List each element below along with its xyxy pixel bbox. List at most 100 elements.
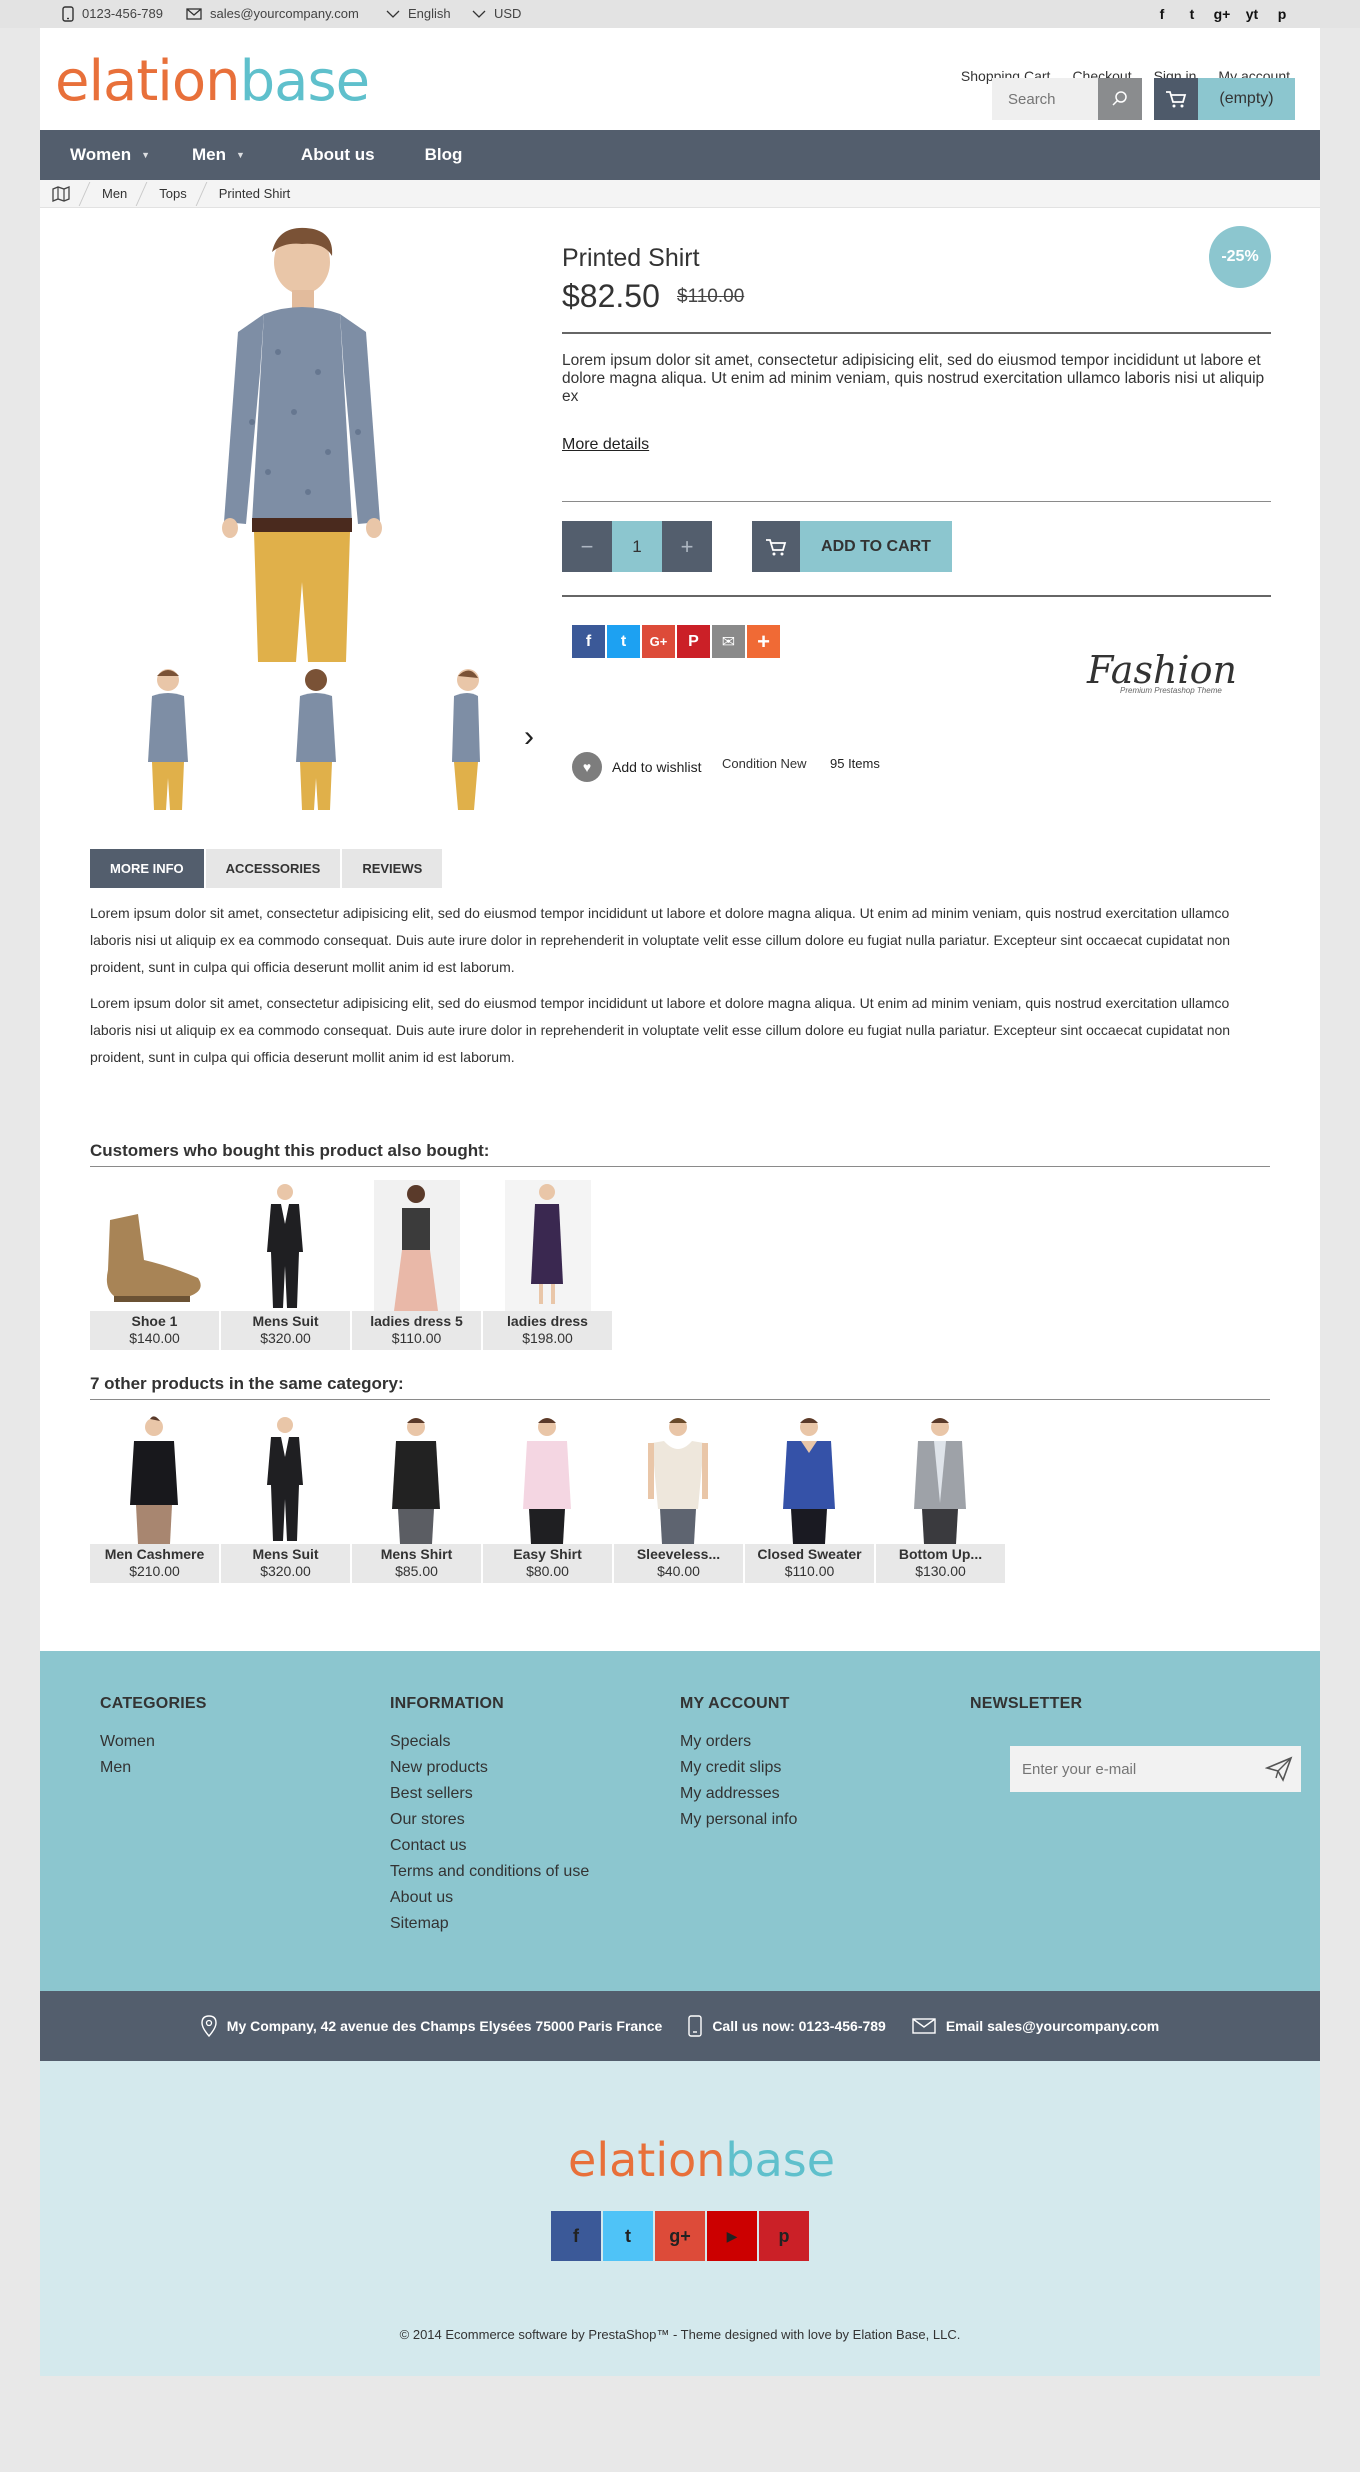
google-plus-icon[interactable]: g+ — [655, 2211, 705, 2261]
product-thumbnail[interactable] — [116, 662, 220, 810]
footer-link[interactable]: Best sellers — [390, 1781, 589, 1807]
footer-newsletter: NEWSLETTER — [970, 1695, 1082, 1729]
product-card-image — [352, 1413, 481, 1544]
add-to-cart-button[interactable]: ADD TO CART — [752, 521, 952, 572]
topbar-social: f t g+ yt p — [1152, 4, 1292, 24]
footer-link[interactable]: Terms and conditions of use — [390, 1859, 589, 1885]
footer-link[interactable]: About us — [390, 1885, 589, 1911]
footer-link[interactable]: Men — [100, 1755, 207, 1781]
facebook-share-icon[interactable]: f — [572, 625, 605, 658]
breadcrumb-home[interactable] — [40, 180, 84, 208]
nav-item-women[interactable]: Women ▼ — [40, 130, 180, 180]
nav-item-men[interactable]: Men ▼ — [180, 130, 275, 180]
newsletter-email-input[interactable] — [1010, 1746, 1240, 1792]
product-card-caption: Mens Shirt $85.00 — [352, 1544, 481, 1583]
product-card[interactable]: Sleeveless... $40.00 — [614, 1413, 743, 1583]
nav-label: About us — [300, 145, 375, 164]
google-plus-share-icon[interactable]: G+ — [642, 625, 675, 658]
send-icon[interactable] — [1265, 1756, 1293, 1782]
product-card[interactable]: Men Cashmere $210.00 — [90, 1413, 219, 1583]
product-card[interactable]: Bottom Up... $130.00 — [876, 1413, 1005, 1583]
google-plus-icon[interactable]: g+ — [1212, 4, 1232, 24]
nav-item-blog[interactable]: Blog — [405, 130, 493, 180]
product-card[interactable]: ladies dress 5 $110.00 — [352, 1180, 481, 1350]
footer-logo[interactable]: elationbase — [568, 2137, 835, 2183]
footer-link[interactable]: My personal info — [680, 1807, 797, 1833]
footer-link[interactable]: My orders — [680, 1729, 797, 1755]
footer-bottom: elationbase f t g+ ▶ p © 2014 Ecommerce … — [40, 2061, 1320, 2376]
twitter-icon[interactable]: t — [603, 2211, 653, 2261]
search-input[interactable] — [992, 78, 1098, 120]
more-details-link[interactable]: More details — [562, 436, 649, 454]
topbar-email[interactable]: sales@yourcompany.com — [186, 0, 359, 28]
search-icon — [1112, 91, 1127, 106]
product-card-caption: Sleeveless... $40.00 — [614, 1544, 743, 1583]
footer-link[interactable]: Contact us — [390, 1833, 589, 1859]
more-share-icon[interactable]: + — [747, 625, 780, 658]
email-share-icon[interactable]: ✉ — [712, 625, 745, 658]
product-card-price: $80.00 — [526, 1563, 569, 1579]
pinterest-icon[interactable]: p — [759, 2211, 809, 2261]
footer-link[interactable]: New products — [390, 1755, 589, 1781]
footer-email-text: Email sales@yourcompany.com — [945, 2018, 1160, 2034]
product-card[interactable]: ladies dress $198.00 — [483, 1180, 612, 1350]
language-selector[interactable]: English — [386, 0, 451, 28]
add-to-wishlist-button[interactable]: ♥ Add to wishlist — [572, 752, 701, 782]
product-tabs: MORE INFO ACCESSORIES REVIEWS — [90, 849, 443, 888]
search-button[interactable] — [1098, 78, 1142, 120]
logo-base: base — [239, 49, 370, 114]
product-card[interactable]: Easy Shirt $80.00 — [483, 1413, 612, 1583]
product-card[interactable]: Closed Sweater $110.00 — [745, 1413, 874, 1583]
tab-reviews[interactable]: REVIEWS — [342, 849, 443, 888]
product-card-caption: Mens Suit $320.00 — [221, 1311, 350, 1350]
product-thumbnail[interactable] — [264, 662, 368, 810]
youtube-icon[interactable]: ▶ — [707, 2211, 757, 2261]
product-card-price: $210.00 — [129, 1563, 180, 1579]
caret-down-icon: ▼ — [141, 150, 150, 160]
breadcrumb-item-men[interactable]: Men — [84, 180, 141, 208]
footer-link[interactable]: Sitemap — [390, 1911, 589, 1937]
qty-decrease-button[interactable]: − — [562, 521, 612, 572]
product-card-image — [352, 1180, 481, 1311]
qty-increase-button[interactable]: + — [662, 521, 712, 572]
facebook-icon[interactable]: f — [551, 2211, 601, 2261]
footer-link[interactable]: Our stores — [390, 1807, 589, 1833]
product-thumbnail[interactable] — [412, 662, 516, 810]
cart-icon — [1166, 91, 1187, 108]
tab-more-info[interactable]: MORE INFO — [90, 849, 204, 888]
product-card[interactable]: Mens Suit $320.00 — [221, 1180, 350, 1350]
footer-my-account: MY ACCOUNT My orders My credit slips My … — [680, 1695, 797, 1833]
divider — [562, 332, 1271, 334]
site-logo[interactable]: elationbase — [55, 54, 370, 110]
chevron-right-icon[interactable]: › — [524, 720, 534, 754]
footer-link[interactable]: Women — [100, 1729, 207, 1755]
product-card[interactable]: Mens Shirt $85.00 — [352, 1413, 481, 1583]
youtube-icon[interactable]: yt — [1242, 4, 1262, 24]
nav-item-about-us[interactable]: About us — [275, 130, 405, 180]
cart-icon-box — [1154, 78, 1198, 120]
pinterest-icon[interactable]: p — [1272, 4, 1292, 24]
chevron-down-icon — [386, 10, 400, 18]
footer-email[interactable]: Email sales@yourcompany.com — [912, 2018, 1159, 2034]
cart-button[interactable]: (empty) — [1154, 78, 1295, 120]
product-card[interactable]: Shoe 1 $140.00 — [90, 1180, 219, 1350]
tab-accessories[interactable]: ACCESSORIES — [205, 849, 341, 888]
footer-link[interactable]: My addresses — [680, 1781, 797, 1807]
facebook-icon[interactable]: f — [1152, 4, 1172, 24]
breadcrumb-item-tops[interactable]: Tops — [141, 180, 200, 208]
product-card-image — [483, 1180, 612, 1311]
footer-link[interactable]: Specials — [390, 1729, 589, 1755]
twitter-icon[interactable]: t — [1182, 4, 1202, 24]
newsletter-form — [1010, 1746, 1301, 1792]
footer-link[interactable]: My credit slips — [680, 1755, 797, 1781]
qty-value[interactable]: 1 — [612, 521, 662, 572]
product-card-caption: Easy Shirt $80.00 — [483, 1544, 612, 1583]
product-card[interactable]: Mens Suit $320.00 — [221, 1413, 350, 1583]
product-main-image[interactable] — [168, 222, 436, 662]
product-card-caption: ladies dress $198.00 — [483, 1311, 612, 1350]
pinterest-share-icon[interactable]: P — [677, 625, 710, 658]
footer-heading: NEWSLETTER — [970, 1695, 1083, 1712]
discount-badge: -25% — [1209, 226, 1271, 288]
currency-selector[interactable]: USD — [472, 0, 521, 28]
twitter-share-icon[interactable]: t — [607, 625, 640, 658]
